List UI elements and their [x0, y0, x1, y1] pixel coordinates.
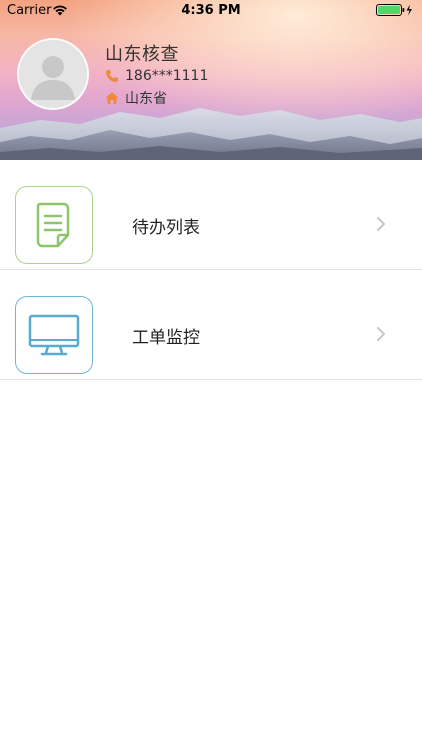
phone-number: 186***1111: [125, 68, 209, 84]
home-icon: [105, 92, 119, 104]
menu-item-work-order-monitor[interactable]: 工单监控: [0, 270, 422, 380]
clock: 4:36 PM: [181, 3, 241, 18]
menu-list: 待办列表 工单监控: [0, 160, 422, 380]
address-text: 山东省: [125, 91, 167, 107]
chevron-right-icon: [377, 217, 385, 231]
document-icon: [36, 202, 70, 248]
monitor-icon-box: [15, 296, 93, 374]
menu-label-work-order-monitor: 工单监控: [132, 328, 200, 348]
phone-row: 186***1111: [105, 67, 208, 85]
phone-icon: [106, 70, 118, 82]
default-user-icon: [19, 40, 87, 108]
profile-header: Carrier 4:36 PM 山东核查 186***1111 山东省: [0, 0, 422, 160]
todo-icon-box: [15, 186, 93, 264]
chevron-right-icon: [377, 327, 385, 341]
status-bar: Carrier 4:36 PM: [0, 0, 422, 22]
menu-item-todo-list[interactable]: 待办列表: [0, 160, 422, 270]
profile-name: 山东核查: [105, 44, 179, 65]
menu-label-todo-list: 待办列表: [132, 218, 200, 238]
battery-charging-icon: [376, 4, 412, 16]
address-row: 山东省: [105, 89, 167, 107]
avatar[interactable]: [17, 38, 89, 110]
monitor-icon: [28, 314, 80, 356]
